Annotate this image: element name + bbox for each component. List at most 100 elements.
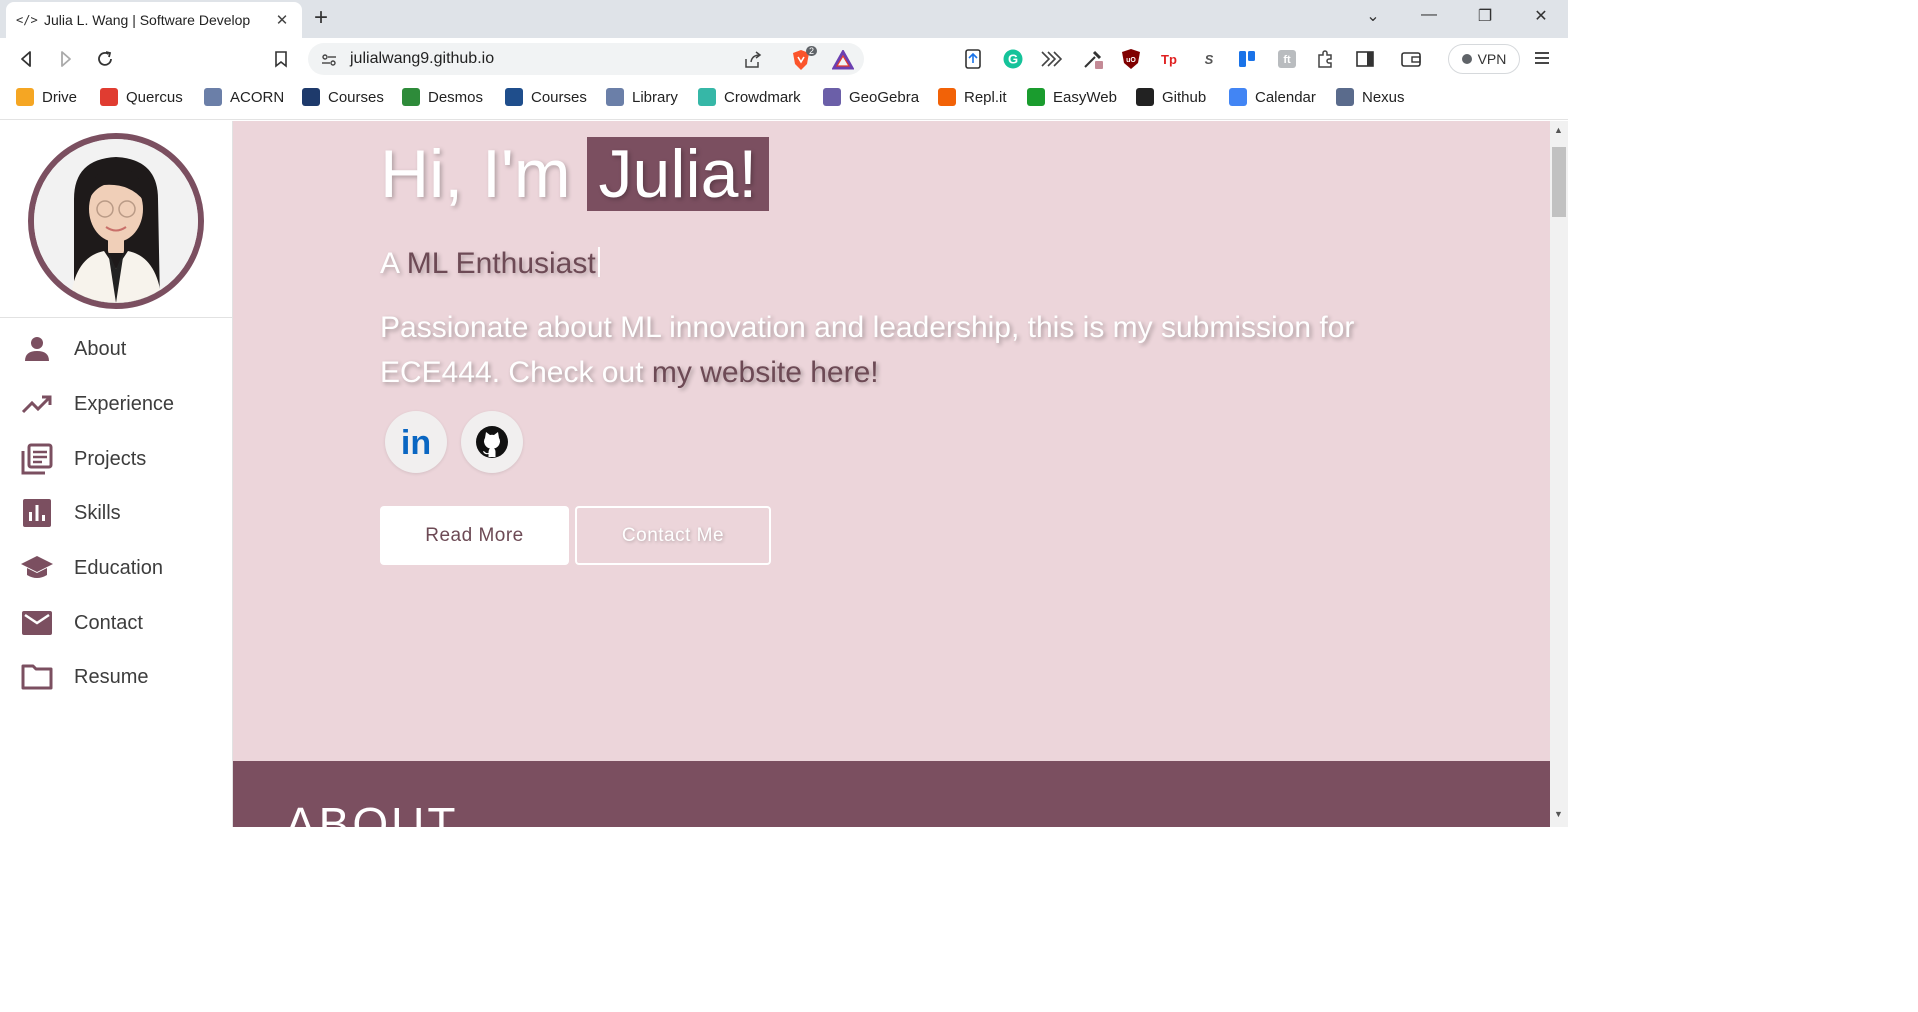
reload-button[interactable] (92, 46, 118, 72)
graduation-cap-icon (20, 551, 54, 585)
bookmark-label: Drive (42, 88, 78, 106)
bookmark-courses-crest[interactable]: Courses (505, 88, 587, 106)
wallet-icon[interactable] (1400, 48, 1422, 70)
bookmark-page-button[interactable] (268, 46, 294, 72)
code-icon: </> (16, 13, 38, 27)
trello-extension-icon[interactable] (1236, 48, 1258, 70)
bookmark-replit[interactable]: Repl.it (938, 88, 1007, 106)
restore-button[interactable]: ❐ (1473, 6, 1497, 26)
sidebar-item-education[interactable]: Education (0, 545, 233, 591)
bookmark-quercus[interactable]: Quercus (100, 88, 183, 106)
sidebar-item-experience[interactable]: Experience (0, 381, 233, 427)
shields-count-badge: 2 (806, 46, 818, 56)
url-text[interactable]: julialwang9.github.io (350, 50, 494, 68)
bookmark-courses[interactable]: Courses (302, 88, 384, 106)
profile-avatar (28, 133, 204, 309)
sidebar-item-label: Experience (74, 392, 175, 415)
read-more-button[interactable]: Read More (380, 506, 569, 565)
sidebar-item-projects[interactable]: Projects (0, 436, 233, 482)
bookmark-label: Quercus (126, 88, 183, 106)
brave-rewards-icon[interactable] (832, 49, 854, 71)
bookmark-nexus[interactable]: Nexus (1336, 88, 1405, 106)
tp-extension-icon[interactable]: Tp (1158, 48, 1180, 70)
bar-chart-icon (20, 496, 54, 530)
address-bar[interactable]: julialwang9.github.io 2 (308, 43, 864, 75)
bookmark-label: Library (632, 88, 678, 106)
svg-text:G: G (1008, 52, 1018, 67)
grey-extension-icon[interactable]: ft (1276, 48, 1298, 70)
web-page: About Experience Projects Skills Education Co… (0, 121, 1568, 827)
quercus-icon (100, 88, 118, 106)
extension-upload-icon[interactable] (962, 48, 984, 70)
new-tab-button[interactable]: + (314, 6, 328, 30)
browser-tab[interactable]: </> Julia L. Wang | Software Develop ✕ (6, 2, 302, 38)
linkedin-button[interactable]: in (385, 411, 447, 473)
bookmark-label: Crowdmark (724, 88, 801, 106)
back-button[interactable] (14, 46, 40, 72)
github-button[interactable] (461, 411, 523, 473)
contact-me-button[interactable]: Contact Me (575, 506, 771, 565)
scroll-thumb[interactable] (1552, 147, 1566, 217)
bookmark-easyweb[interactable]: EasyWeb (1027, 88, 1117, 106)
typed-tagline: A ML Enthusiast (380, 247, 600, 281)
sidebar-item-about[interactable]: About (0, 326, 233, 372)
close-window-button[interactable]: ✕ (1529, 6, 1553, 26)
nexus-icon (1336, 88, 1354, 106)
eyedropper-icon[interactable] (1082, 48, 1104, 70)
bookmark-label: Nexus (1362, 88, 1405, 106)
close-tab-icon[interactable]: ✕ (274, 11, 290, 29)
website-link[interactable]: my website here! (652, 356, 879, 389)
bookmark-label: Courses (328, 88, 384, 106)
svg-text:in: in (401, 426, 431, 458)
bookmark-library[interactable]: Library (606, 88, 678, 106)
bookmark-label: Github (1162, 88, 1207, 106)
bookmark-acorn[interactable]: ACORN (204, 88, 284, 106)
bookmark-crowdmark[interactable]: Crowdmark (698, 88, 801, 106)
vpn-status-icon (1461, 54, 1472, 64)
tagline-prefix: A (380, 247, 399, 280)
sidebar-item-contact[interactable]: Contact (0, 600, 233, 646)
bookmark-desmos[interactable]: Desmos (402, 88, 483, 106)
sidebar-item-resume[interactable]: Resume (0, 654, 233, 700)
bookmark-geogebra[interactable]: GeoGebra (823, 88, 919, 106)
about-section: ABOUT (233, 761, 1550, 827)
geogebra-icon (823, 88, 841, 106)
bookmark-calendar[interactable]: Calendar (1229, 88, 1316, 106)
sidebar-toggle-icon[interactable] (1354, 48, 1376, 70)
puzzle-extensions-icon[interactable] (1314, 48, 1336, 70)
mail-icon (20, 606, 54, 640)
tagline-typed-text: ML Enthusiast (406, 247, 596, 280)
bookmark-label: Calendar (1255, 88, 1316, 106)
bookmarks-bar: Drive Quercus ACORN Courses Desmos Courses Lib… (0, 80, 1568, 120)
crowdmark-icon (698, 88, 716, 106)
forward-button[interactable] (52, 46, 78, 72)
page-scrollbar[interactable]: ▲ ▼ (1550, 121, 1568, 827)
profile-photo-area (0, 121, 233, 318)
grammarly-icon[interactable]: G (1002, 48, 1024, 70)
hamburger-menu-button[interactable] (1532, 48, 1554, 70)
chevrons-extension-icon[interactable] (1040, 48, 1062, 70)
sidebar-item-label: Skills (74, 501, 121, 524)
vpn-button[interactable]: VPN (1448, 44, 1520, 74)
github-icon (476, 426, 508, 458)
github-icon (1136, 88, 1154, 106)
bookmark-drive[interactable]: Drive (16, 88, 77, 106)
s-extension-icon[interactable]: S (1198, 48, 1220, 70)
scroll-up-icon[interactable]: ▲ (1554, 125, 1563, 135)
tab-search-icon[interactable]: ⌄ (1361, 6, 1385, 26)
bookmark-label: Repl.it (964, 88, 1007, 106)
scroll-down-icon[interactable]: ▼ (1554, 809, 1563, 819)
site-settings-icon[interactable] (318, 49, 340, 71)
tab-title: Julia L. Wang | Software Develop (44, 12, 251, 28)
sidebar-item-skills[interactable]: Skills (0, 490, 233, 536)
sidebar-item-label: About (74, 337, 127, 360)
share-icon[interactable] (742, 49, 764, 71)
sidebar-item-label: Contact (74, 611, 143, 634)
acorn-icon (204, 88, 222, 106)
library-books-icon (20, 442, 54, 476)
ublock-icon[interactable]: uO (1120, 48, 1142, 70)
bookmark-github[interactable]: Github (1136, 88, 1206, 106)
minimize-button[interactable]: — (1417, 6, 1441, 24)
courses-crest-icon (505, 88, 523, 106)
hero-heading: Hi, I'm Julia! (380, 135, 770, 213)
